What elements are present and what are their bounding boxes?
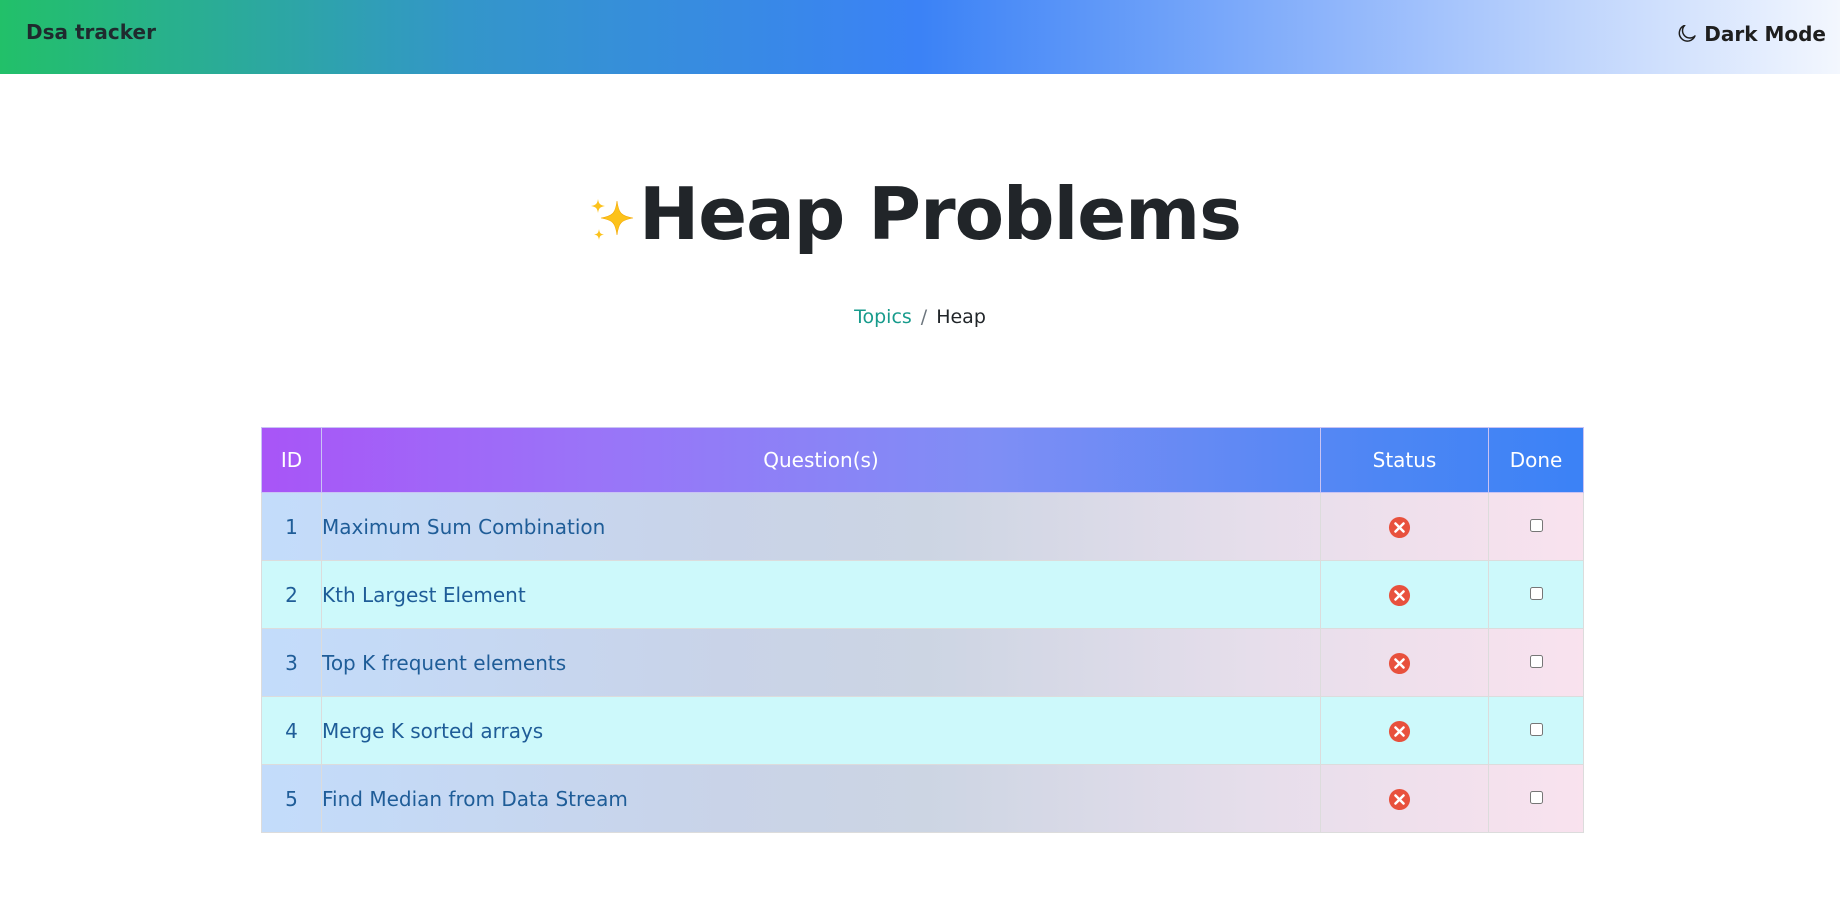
breadcrumb-separator: /: [920, 306, 928, 328]
moon-icon: [1678, 25, 1696, 43]
table-row: 3 Top K frequent elements: [261, 628, 1584, 697]
page-title-wrap: Heap Problems: [587, 172, 1242, 256]
done-checkbox[interactable]: [1529, 518, 1543, 532]
x-circle-icon: [1388, 652, 1411, 675]
table-row: 2 Kth Largest Element: [261, 560, 1584, 629]
question-link[interactable]: Find Median from Data Stream: [322, 787, 628, 811]
table-row: 1 Maximum Sum Combination: [261, 492, 1584, 561]
breadcrumb-current: Heap: [936, 306, 986, 328]
row-id: 3: [261, 628, 322, 697]
question-link[interactable]: Maximum Sum Combination: [322, 515, 605, 539]
table-header-row: ID Question(s) Status Done: [261, 427, 1584, 493]
question-link[interactable]: Top K frequent elements: [322, 651, 566, 675]
x-circle-icon: [1388, 584, 1411, 607]
table-row: 4 Merge K sorted arrays: [261, 696, 1584, 765]
row-id: 1: [261, 492, 322, 561]
x-circle-icon: [1388, 516, 1411, 539]
sparkles-icon: [587, 186, 637, 240]
question-link[interactable]: Kth Largest Element: [322, 583, 526, 607]
x-circle-icon: [1388, 720, 1411, 743]
done-checkbox[interactable]: [1529, 790, 1543, 804]
header-id: ID: [261, 427, 322, 493]
x-circle-icon: [1388, 788, 1411, 811]
row-id: 4: [261, 696, 322, 765]
dark-mode-toggle[interactable]: Dark Mode: [1678, 22, 1826, 46]
navbar: Dsa tracker Dark Mode: [0, 0, 1840, 74]
done-checkbox[interactable]: [1529, 586, 1543, 600]
header-status: Status: [1320, 427, 1489, 493]
header-question: Question(s): [321, 427, 1321, 493]
brand-link[interactable]: Dsa tracker: [26, 20, 156, 44]
page-title: Heap Problems: [639, 172, 1242, 256]
title-section: Heap Problems: [0, 178, 1840, 251]
row-id: 5: [261, 764, 322, 833]
breadcrumb-topics-link[interactable]: Topics: [854, 306, 912, 328]
done-checkbox[interactable]: [1529, 654, 1543, 668]
done-checkbox[interactable]: [1529, 722, 1543, 736]
dark-mode-label: Dark Mode: [1704, 22, 1826, 46]
breadcrumb: Topics / Heap: [0, 306, 1840, 328]
problems-table: ID Question(s) Status Done 1 Maximum Sum…: [261, 427, 1584, 833]
question-link[interactable]: Merge K sorted arrays: [322, 719, 543, 743]
table-row: 5 Find Median from Data Stream: [261, 764, 1584, 833]
header-done: Done: [1488, 427, 1584, 493]
row-id: 2: [261, 560, 322, 629]
